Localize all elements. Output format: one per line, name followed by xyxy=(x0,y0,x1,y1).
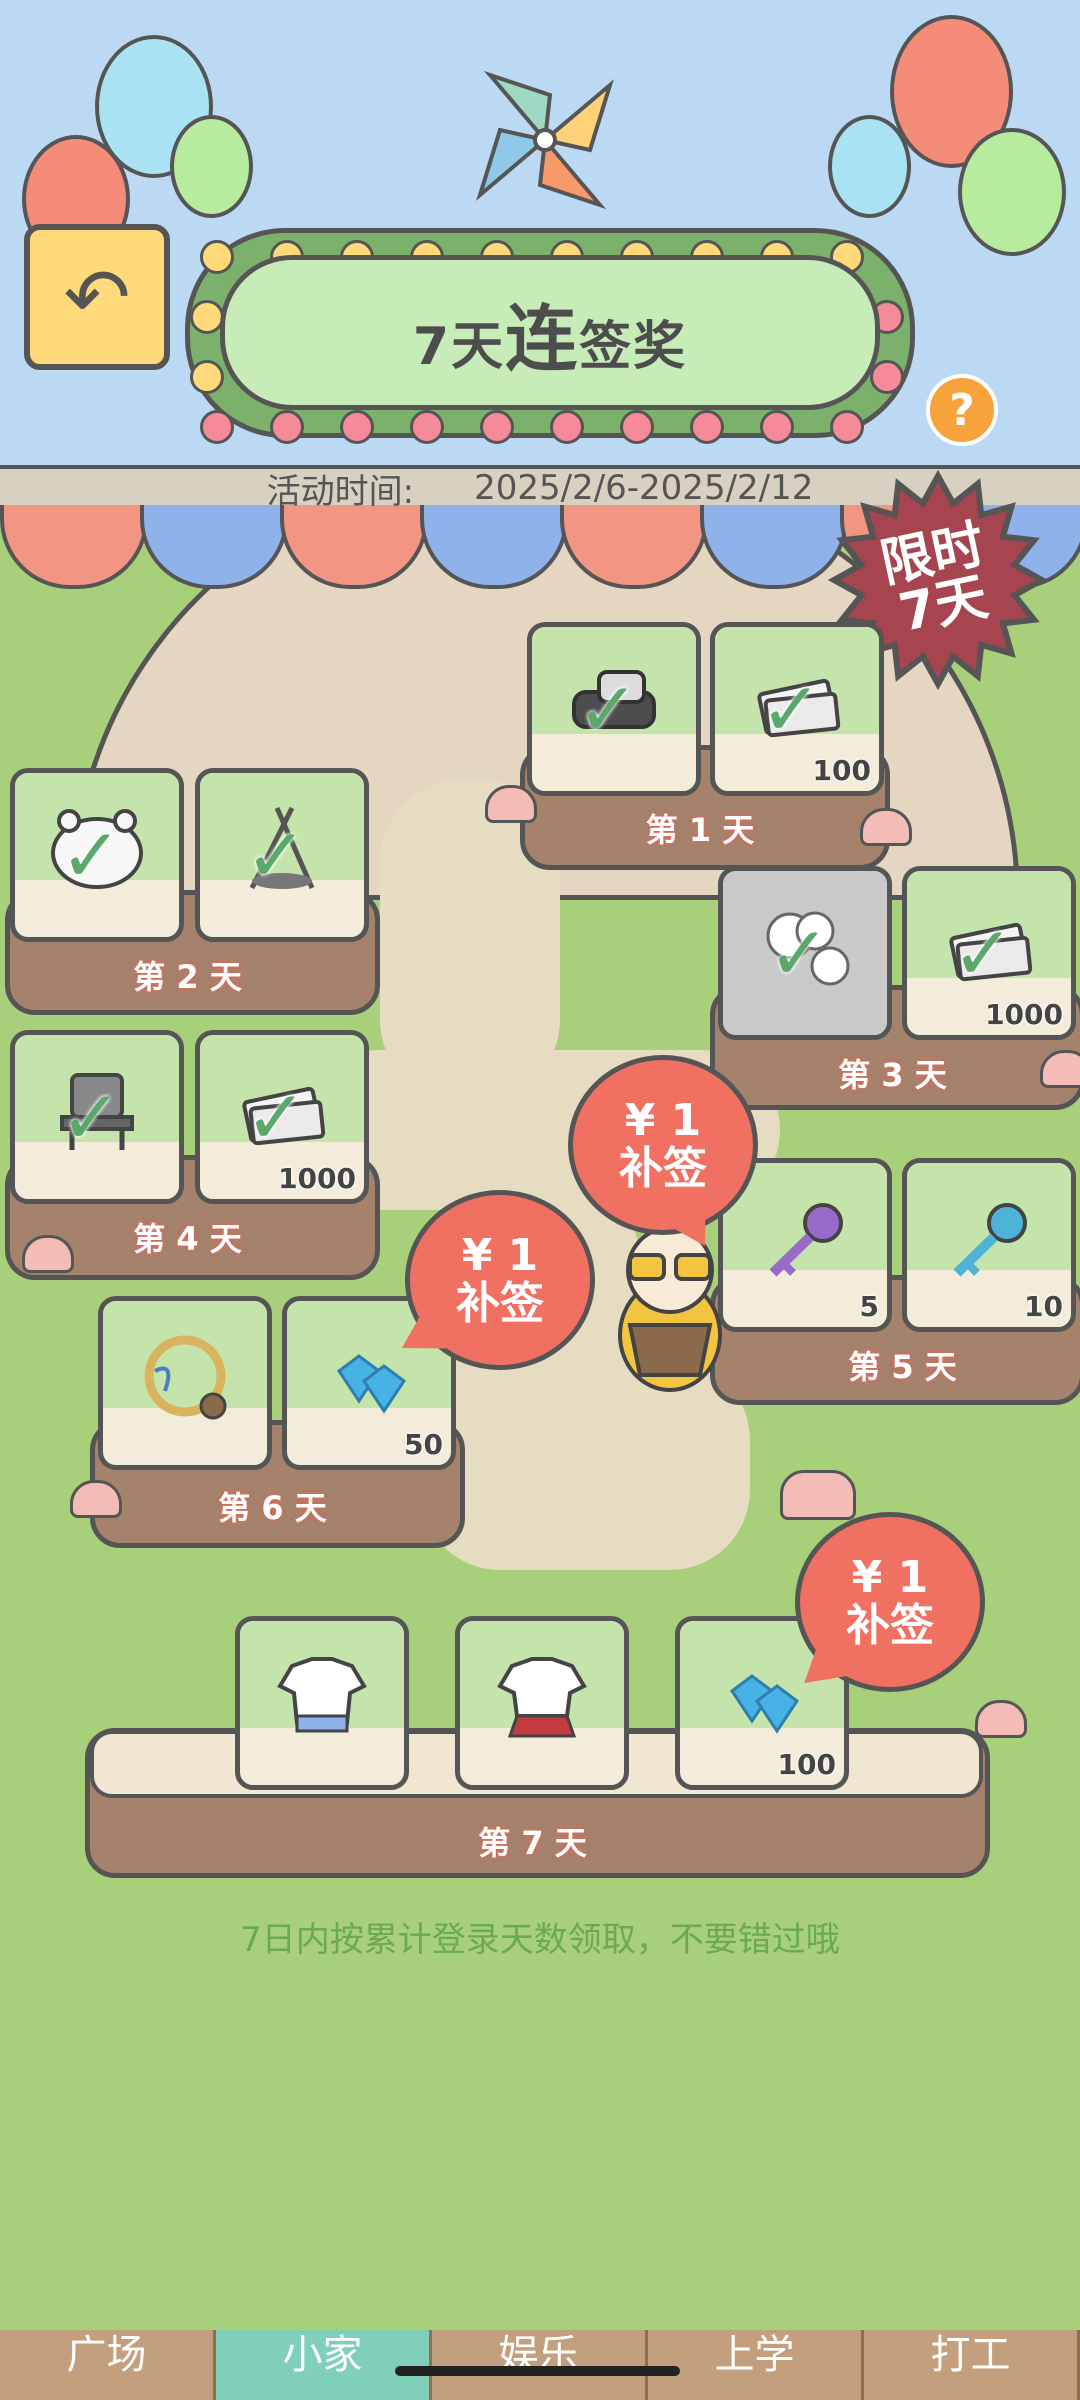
day-1-reward-1[interactable]: ✓ xyxy=(527,622,701,796)
mushroom-icon xyxy=(780,1470,856,1520)
back-button[interactable]: ↶ xyxy=(24,224,170,370)
marquee-bulb xyxy=(830,410,864,444)
makeup-label: 补签 xyxy=(456,1278,544,1329)
day-3-reward-2[interactable]: ✓ 1000 xyxy=(902,866,1076,1040)
event-date-label: 活动时间: xyxy=(266,471,415,512)
claimed-check-icon: ✓ xyxy=(245,813,308,899)
makeup-price: ¥ 1 xyxy=(851,1552,929,1603)
nav-item-plaza[interactable]: 广场 xyxy=(0,2330,216,2400)
mushroom-icon xyxy=(975,1700,1027,1738)
cat-character-icon xyxy=(600,1215,740,1395)
makeup-label: 补签 xyxy=(846,1600,934,1651)
claimed-check-icon: ✓ xyxy=(952,911,1015,997)
day-2-label: 第 2 天 xyxy=(133,958,242,996)
day-6-label: 第 6 天 xyxy=(218,1489,327,1527)
makeup-sign-button-day-5[interactable]: ¥ 1 补签 xyxy=(568,1055,758,1260)
balloon-blue-icon xyxy=(828,115,911,218)
day-7-label: 第 7 天 xyxy=(478,1824,587,1862)
reward-quantity: 1000 xyxy=(278,1162,356,1195)
title-part-reward: 签奖 xyxy=(579,317,688,377)
makeup-price: ¥ 1 xyxy=(461,1230,539,1281)
day-5-reward-2[interactable]: 10 xyxy=(902,1158,1076,1332)
reward-quantity: 50 xyxy=(404,1428,443,1461)
claimed-check-icon: ✓ xyxy=(577,667,640,753)
bottom-nav: 广场 小家 娱乐 上学 打工 xyxy=(0,2330,1080,2400)
reward-quantity: 10 xyxy=(1024,1290,1063,1323)
marquee-bulb xyxy=(190,360,224,394)
marquee-bulb xyxy=(760,410,794,444)
day-3-label: 第 3 天 xyxy=(838,1056,947,1094)
footer-note: 7日内按累计登录天数领取，不要错过哦 xyxy=(240,1920,840,1960)
day-4-reward-1[interactable]: ✓ xyxy=(10,1030,184,1204)
question-mark-icon: ? xyxy=(949,384,975,436)
marquee-bulb xyxy=(190,300,224,334)
marquee-bulb xyxy=(480,410,514,444)
makeup-label: 补签 xyxy=(619,1143,707,1194)
purple-key-icon xyxy=(769,1203,843,1277)
reward-quantity: 100 xyxy=(777,1748,836,1781)
title-part-days: 7天 xyxy=(412,317,506,377)
help-button[interactable]: ? xyxy=(926,374,998,446)
blue-key-icon xyxy=(953,1203,1027,1277)
day-4-reward-2[interactable]: ✓ 1000 xyxy=(195,1030,369,1204)
balloon-green-icon xyxy=(958,128,1066,256)
wreath-frame-icon xyxy=(144,1335,227,1420)
day-1-reward-2[interactable]: ✓ 100 xyxy=(710,622,884,796)
day-1-label: 第 1 天 xyxy=(645,811,755,849)
blue-uniform-icon xyxy=(277,1657,367,1733)
claimed-check-icon: ✓ xyxy=(245,1075,308,1161)
page-title: 7天连签奖 xyxy=(413,280,687,385)
claimed-check-icon: ✓ xyxy=(760,667,823,753)
home-indicator[interactable] xyxy=(395,2366,680,2376)
day-2-reward-1[interactable]: ✓ xyxy=(10,768,184,942)
reward-quantity: 1000 xyxy=(985,998,1063,1031)
claimed-check-icon: ✓ xyxy=(768,911,831,997)
day-7-reward-2[interactable] xyxy=(455,1616,629,1790)
nav-item-work[interactable]: 打工 xyxy=(864,2330,1080,2400)
mushroom-icon xyxy=(860,808,912,846)
reward-quantity: 5 xyxy=(859,1290,879,1323)
marquee-bulb xyxy=(340,410,374,444)
day-5-label: 第 5 天 xyxy=(848,1348,957,1386)
makeup-sign-button-day-7[interactable]: ¥ 1 补签 xyxy=(787,1512,985,1704)
claimed-check-icon: ✓ xyxy=(60,1075,123,1161)
day-3-reward-1[interactable]: ✓ xyxy=(718,866,892,1040)
marquee-bulb xyxy=(200,240,234,274)
day-2-reward-2[interactable]: ✓ xyxy=(195,768,369,942)
marquee-bulb xyxy=(550,410,584,444)
day-6-reward-1[interactable] xyxy=(98,1296,272,1470)
nav-item-school[interactable]: 上学 xyxy=(648,2330,864,2400)
marquee-bulb xyxy=(870,360,904,394)
red-uniform-icon xyxy=(497,1657,587,1738)
nav-item-home[interactable]: 小家 xyxy=(216,2330,432,2400)
marquee-bulb xyxy=(410,410,444,444)
claimed-check-icon: ✓ xyxy=(60,813,123,899)
day-7-reward-1[interactable] xyxy=(235,1616,409,1790)
marquee-bulb xyxy=(270,410,304,444)
title-panel: 7天连签奖 xyxy=(220,255,880,410)
marquee-bulb xyxy=(690,410,724,444)
marquee-bulb xyxy=(620,410,654,444)
reward-quantity: 100 xyxy=(812,754,871,787)
back-arrow-icon: ↶ xyxy=(63,250,131,344)
mushroom-icon xyxy=(70,1480,122,1518)
marquee-bulb xyxy=(200,410,234,444)
pinwheel-icon xyxy=(470,65,620,215)
mushroom-icon xyxy=(485,785,537,823)
makeup-price: ¥ 1 xyxy=(624,1095,702,1146)
balloon-green-icon xyxy=(170,115,253,218)
makeup-sign-button-day-6[interactable]: ¥ 1 补签 xyxy=(388,1190,595,1371)
nav-item-entertainment[interactable]: 娱乐 xyxy=(432,2330,648,2400)
event-date-range: 2025/2/6-2025/2/12 xyxy=(474,468,814,508)
title-part-consecutive: 连 xyxy=(505,297,580,381)
mushroom-icon xyxy=(22,1235,74,1273)
